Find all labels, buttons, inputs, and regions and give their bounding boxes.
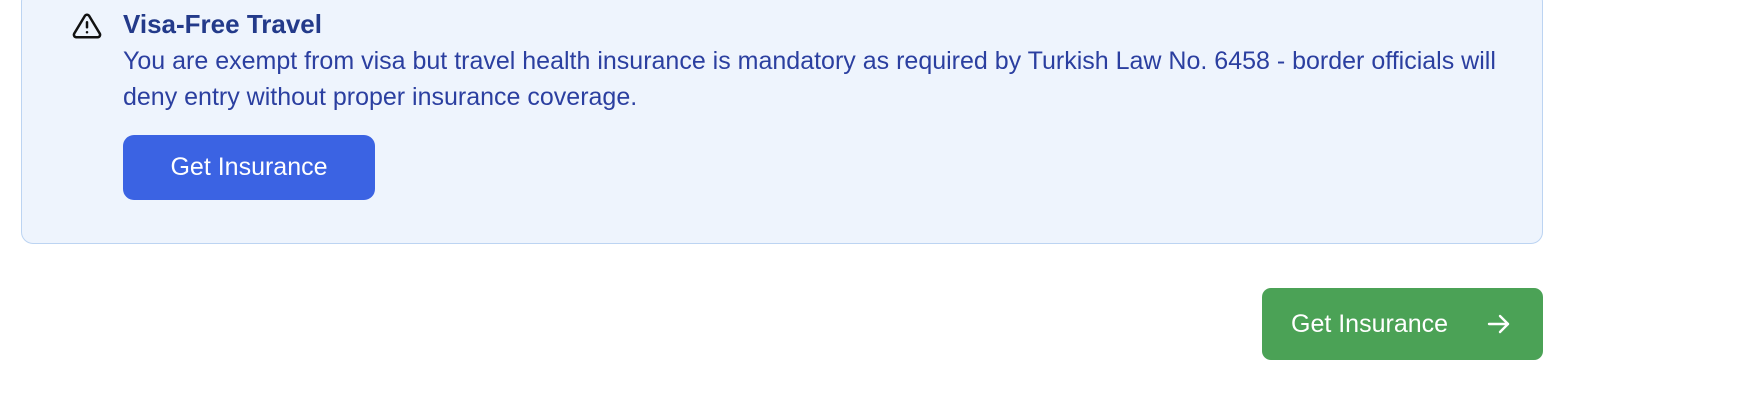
warning-triangle-icon [72,11,102,41]
arrow-right-icon [1486,312,1512,336]
visa-info-alert: Visa-Free Travel You are exempt from vis… [21,0,1543,244]
alert-message: You are exempt from visa but travel heal… [123,47,1496,111]
alert-title: Visa-Free Travel [123,9,322,39]
get-insurance-button[interactable]: Get Insurance [123,135,375,200]
get-insurance-next-label: Get Insurance [1291,309,1449,338]
get-insurance-next-button[interactable]: Get Insurance [1262,288,1543,360]
